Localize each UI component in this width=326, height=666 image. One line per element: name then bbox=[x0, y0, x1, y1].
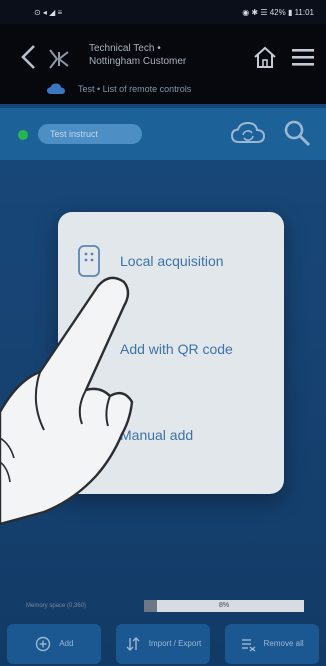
status-right-indicators: ◉ ✱ ☰ 42% ▮ 11:01 bbox=[242, 7, 314, 17]
chevron-left-icon bbox=[21, 45, 35, 69]
add-button[interactable]: Add bbox=[7, 624, 102, 664]
menu-item-local-acquisition[interactable]: Local acquisition bbox=[58, 226, 284, 296]
cloud-sync-icon bbox=[230, 121, 266, 143]
cloud-sync-button[interactable] bbox=[230, 120, 266, 146]
menu-item-label: Local acquisition bbox=[120, 253, 224, 269]
menu-item-add-qr-code[interactable]: Add with QR code bbox=[58, 314, 284, 384]
app-header: Technical Tech • Nottingham Customer Tes… bbox=[0, 24, 326, 104]
hamburger-menu-icon bbox=[292, 49, 314, 66]
home-icon bbox=[254, 46, 276, 68]
status-left-indicators: ⊙ ◂ ◢ ≡ bbox=[34, 7, 63, 17]
remove-all-button-label: Remove all bbox=[263, 639, 304, 648]
bottom-action-bar: Add Import / Export Remove all bbox=[0, 622, 326, 666]
remove-list-icon bbox=[241, 639, 256, 652]
menu-item-label: Add with QR code bbox=[120, 341, 233, 357]
app-screen: ⊙ ◂ ◢ ≡ ◉ ✱ ☰ 42% ▮ 11:01 Technical Tech… bbox=[0, 0, 326, 666]
memory-usage-bar: 8% bbox=[144, 600, 304, 612]
import-export-button[interactable]: Import / Export bbox=[115, 624, 210, 664]
header-title-line1: Technical Tech • bbox=[89, 43, 161, 54]
menu-button[interactable] bbox=[290, 46, 316, 68]
remote-icon bbox=[78, 245, 100, 277]
connection-status-indicator bbox=[18, 130, 28, 140]
header-titles: Technical Tech • Nottingham Customer bbox=[89, 42, 186, 68]
search-button[interactable] bbox=[282, 118, 312, 148]
home-button[interactable] bbox=[252, 44, 278, 70]
filter-pill-label: Test instruct bbox=[50, 129, 99, 139]
memory-usage-percent: 8% bbox=[218, 602, 230, 609]
header-title-line2: Nottingham Customer bbox=[89, 56, 187, 67]
memory-usage: Memory space (0,360) 8% bbox=[26, 600, 306, 612]
remove-all-button[interactable]: Remove all bbox=[224, 624, 319, 664]
pencil-icon bbox=[78, 424, 102, 448]
logo-icon bbox=[49, 49, 69, 69]
add-options-popup: Local acquisition Add with QR code Manua… bbox=[58, 212, 284, 494]
back-button[interactable] bbox=[18, 42, 40, 72]
header-subtitle: Test • List of remote controls bbox=[78, 84, 192, 94]
status-bar: ⊙ ◂ ◢ ≡ ◉ ✱ ☰ 42% ▮ 11:01 bbox=[0, 0, 326, 24]
add-circle-icon bbox=[36, 636, 51, 652]
search-icon bbox=[284, 120, 311, 147]
app-logo bbox=[46, 46, 72, 72]
filter-pill[interactable]: Test instruct bbox=[38, 124, 142, 144]
import-export-icon bbox=[126, 637, 140, 651]
add-button-label: Add bbox=[59, 639, 74, 648]
qr-code-icon bbox=[78, 337, 100, 359]
header-subtitle-row: Test • List of remote controls bbox=[0, 76, 326, 102]
import-export-button-label: Import / Export bbox=[148, 639, 202, 648]
cloud-icon bbox=[47, 83, 65, 94]
memory-usage-label: Memory space (0,360) bbox=[26, 603, 87, 609]
menu-item-manual-add[interactable]: Manual add bbox=[58, 400, 284, 470]
menu-item-label: Manual add bbox=[120, 427, 194, 443]
filter-bar: Test instruct bbox=[0, 108, 326, 160]
